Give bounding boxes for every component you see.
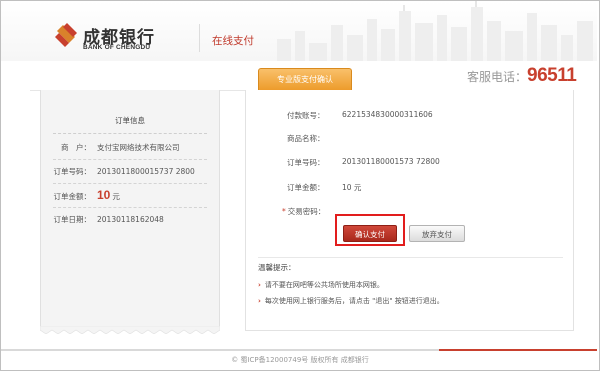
payment-order-number-value: 201301180001573 72800 [342,157,440,166]
bank-logo[interactable]: 成都银行 BANK OF CHENGDU [55,23,205,63]
order-info-title: 订单信息 [115,116,145,125]
payment-order-number-label: 订单号码： [287,158,325,167]
tips-title: 温馨提示： [258,263,296,272]
divider [53,159,207,160]
order-date-row: 订单日期： 20130118162048 [51,214,164,234]
abandon-pay-button[interactable]: 放弃支付 [409,225,465,242]
bank-emblem-icon [55,23,77,47]
account-label: 付款账号： [287,111,325,120]
city-skyline-decoration [277,1,593,61]
footer-accent-rule [439,349,597,351]
order-number-label: 订单号码： [53,167,92,176]
confirm-pay-button[interactable]: 确认支付 [343,225,397,242]
password-row: * 交易密码： [282,206,325,220]
tip-item: › 每次使用网上银行服务后，请点击 "退出" 按钮进行退出。 [258,296,444,306]
tip-text: 每次使用网上银行服务后，请点击 "退出" 按钮进行退出。 [264,297,444,305]
service-label: 客服电话： [467,70,528,84]
service-number: 96511 [527,65,577,86]
order-date-value: 20130118162048 [97,215,164,224]
order-receipt: 订单信息 商 户： 支付宝网络技术有限公司 订单号码： 20130118000157… [40,90,220,330]
chevron-right-icon: › [258,281,261,289]
account-value: 6221534830000311606 [342,110,433,119]
order-date-label: 订单日期： [53,215,92,224]
order-amount-label: 订单金额： [53,192,92,201]
password-label: 交易密码： [287,207,326,216]
payment-amount-value: 10 元 [342,183,362,192]
payment-amount-label: 订单金额： [287,183,325,192]
footer-copyright: © 蜀ICP备12000749号 版权所有 成都银行 [231,356,369,364]
header-divider [199,24,200,52]
divider [53,207,207,208]
customer-service-hotline: 客服电话：96511 [467,65,577,87]
footer-rule [1,349,439,351]
merchant-label: 商 户： [61,143,91,152]
chevron-right-icon: › [258,297,261,305]
tip-text: 请不要在网吧等公共场所使用本网银。 [264,281,384,289]
page-title: 在线支付 [212,35,254,47]
order-amount-unit: 元 [112,192,120,201]
bank-name-en: BANK OF CHENGDU [83,44,151,51]
tip-item: › 请不要在网吧等公共场所使用本网银。 [258,280,384,290]
order-number-value: 2013011800015737 2800 [97,167,195,176]
merchant-value: 支付宝网络技术有限公司 [97,143,180,152]
divider [53,133,207,134]
product-label: 商品名称： [287,134,325,143]
order-amount-value: 10 [97,188,111,202]
divider [53,183,207,184]
divider [258,257,563,258]
tab-payment-confirm[interactable]: 专业版支付确认 [258,68,352,91]
required-mark: * [282,207,286,216]
order-amount-row: 订单金额： 10 元 [51,188,120,208]
receipt-torn-edge [40,326,220,334]
